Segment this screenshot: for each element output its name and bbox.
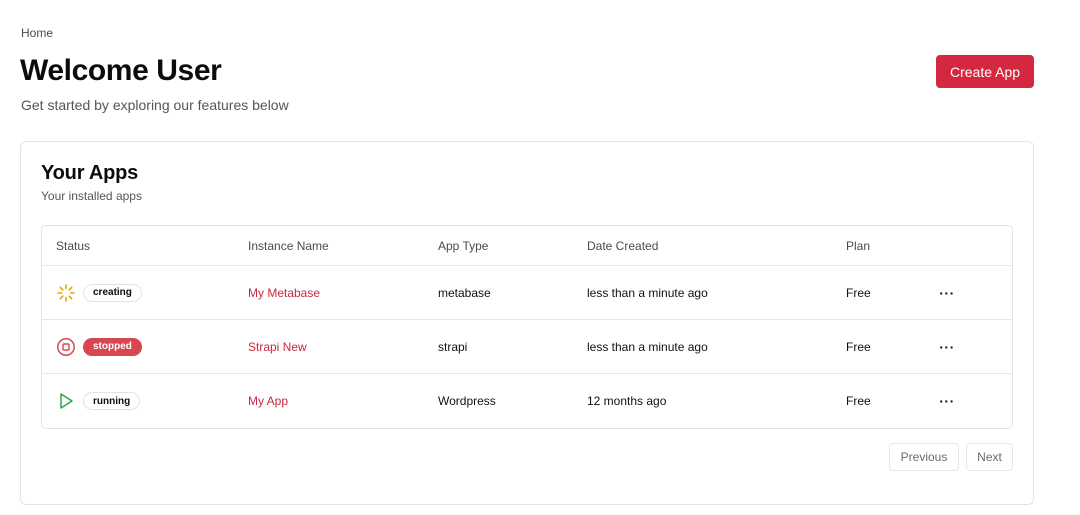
status-cell: stopped [56,320,142,373]
app-type-cell: Wordpress [438,394,496,408]
column-header-plan: Plan [846,238,871,253]
table-row: stopped Strapi New strapi less than a mi… [42,320,1012,374]
instance-name-link[interactable]: My App [248,394,288,408]
plan-cell: Free [846,285,871,300]
app-type-cell: metabase [438,285,491,300]
date-created-cell: less than a minute ago [587,285,708,300]
column-header-app-type: App Type [438,238,489,253]
apps-card-title: Your Apps [41,162,139,184]
row-actions-menu-icon[interactable]: ··· [939,394,955,408]
apps-card: Your Apps Your installed apps Status Ins… [20,141,1034,505]
create-app-button[interactable]: Create App [936,55,1034,88]
page-title: Welcome User [20,54,222,87]
status-badge: running [83,392,141,410]
status-cell: creating [56,266,142,319]
page-subtitle: Get started by exploring our features be… [21,97,289,113]
plan-cell: Free [846,394,871,408]
table-row: running My App Wordpress 12 months ago F… [42,374,1012,428]
breadcrumb: Home [21,26,53,40]
row-actions-menu-icon[interactable]: ··· [939,286,955,300]
stop-circle-icon [56,337,76,357]
previous-page-button[interactable]: Previous [889,443,959,471]
next-page-button[interactable]: Next [966,443,1013,471]
play-icon [56,391,76,411]
instance-name-link[interactable]: My Metabase [248,286,320,300]
date-created-cell: 12 months ago [587,394,667,408]
status-badge: stopped [83,337,142,356]
row-actions-menu-icon[interactable]: ··· [939,340,955,354]
column-header-status: Status [56,238,91,253]
column-header-instance-name: Instance Name [248,238,329,253]
apps-table: Status Instance Name App Type Date Creat… [41,225,1013,429]
status-cell: running [56,374,141,428]
loading-spinner-icon [56,283,76,303]
status-badge: creating [83,283,142,302]
table-header-row: Status Instance Name App Type Date Creat… [42,226,1012,266]
app-type-cell: strapi [438,339,468,354]
column-header-date-created: Date Created [587,238,659,253]
plan-cell: Free [846,339,871,354]
table-row: creating My Metabase metabase less than … [42,266,1012,320]
breadcrumb-home[interactable]: Home [21,26,53,40]
apps-card-subtitle: Your installed apps [41,189,142,203]
instance-name-link[interactable]: Strapi New [248,340,307,354]
date-created-cell: less than a minute ago [587,339,708,354]
